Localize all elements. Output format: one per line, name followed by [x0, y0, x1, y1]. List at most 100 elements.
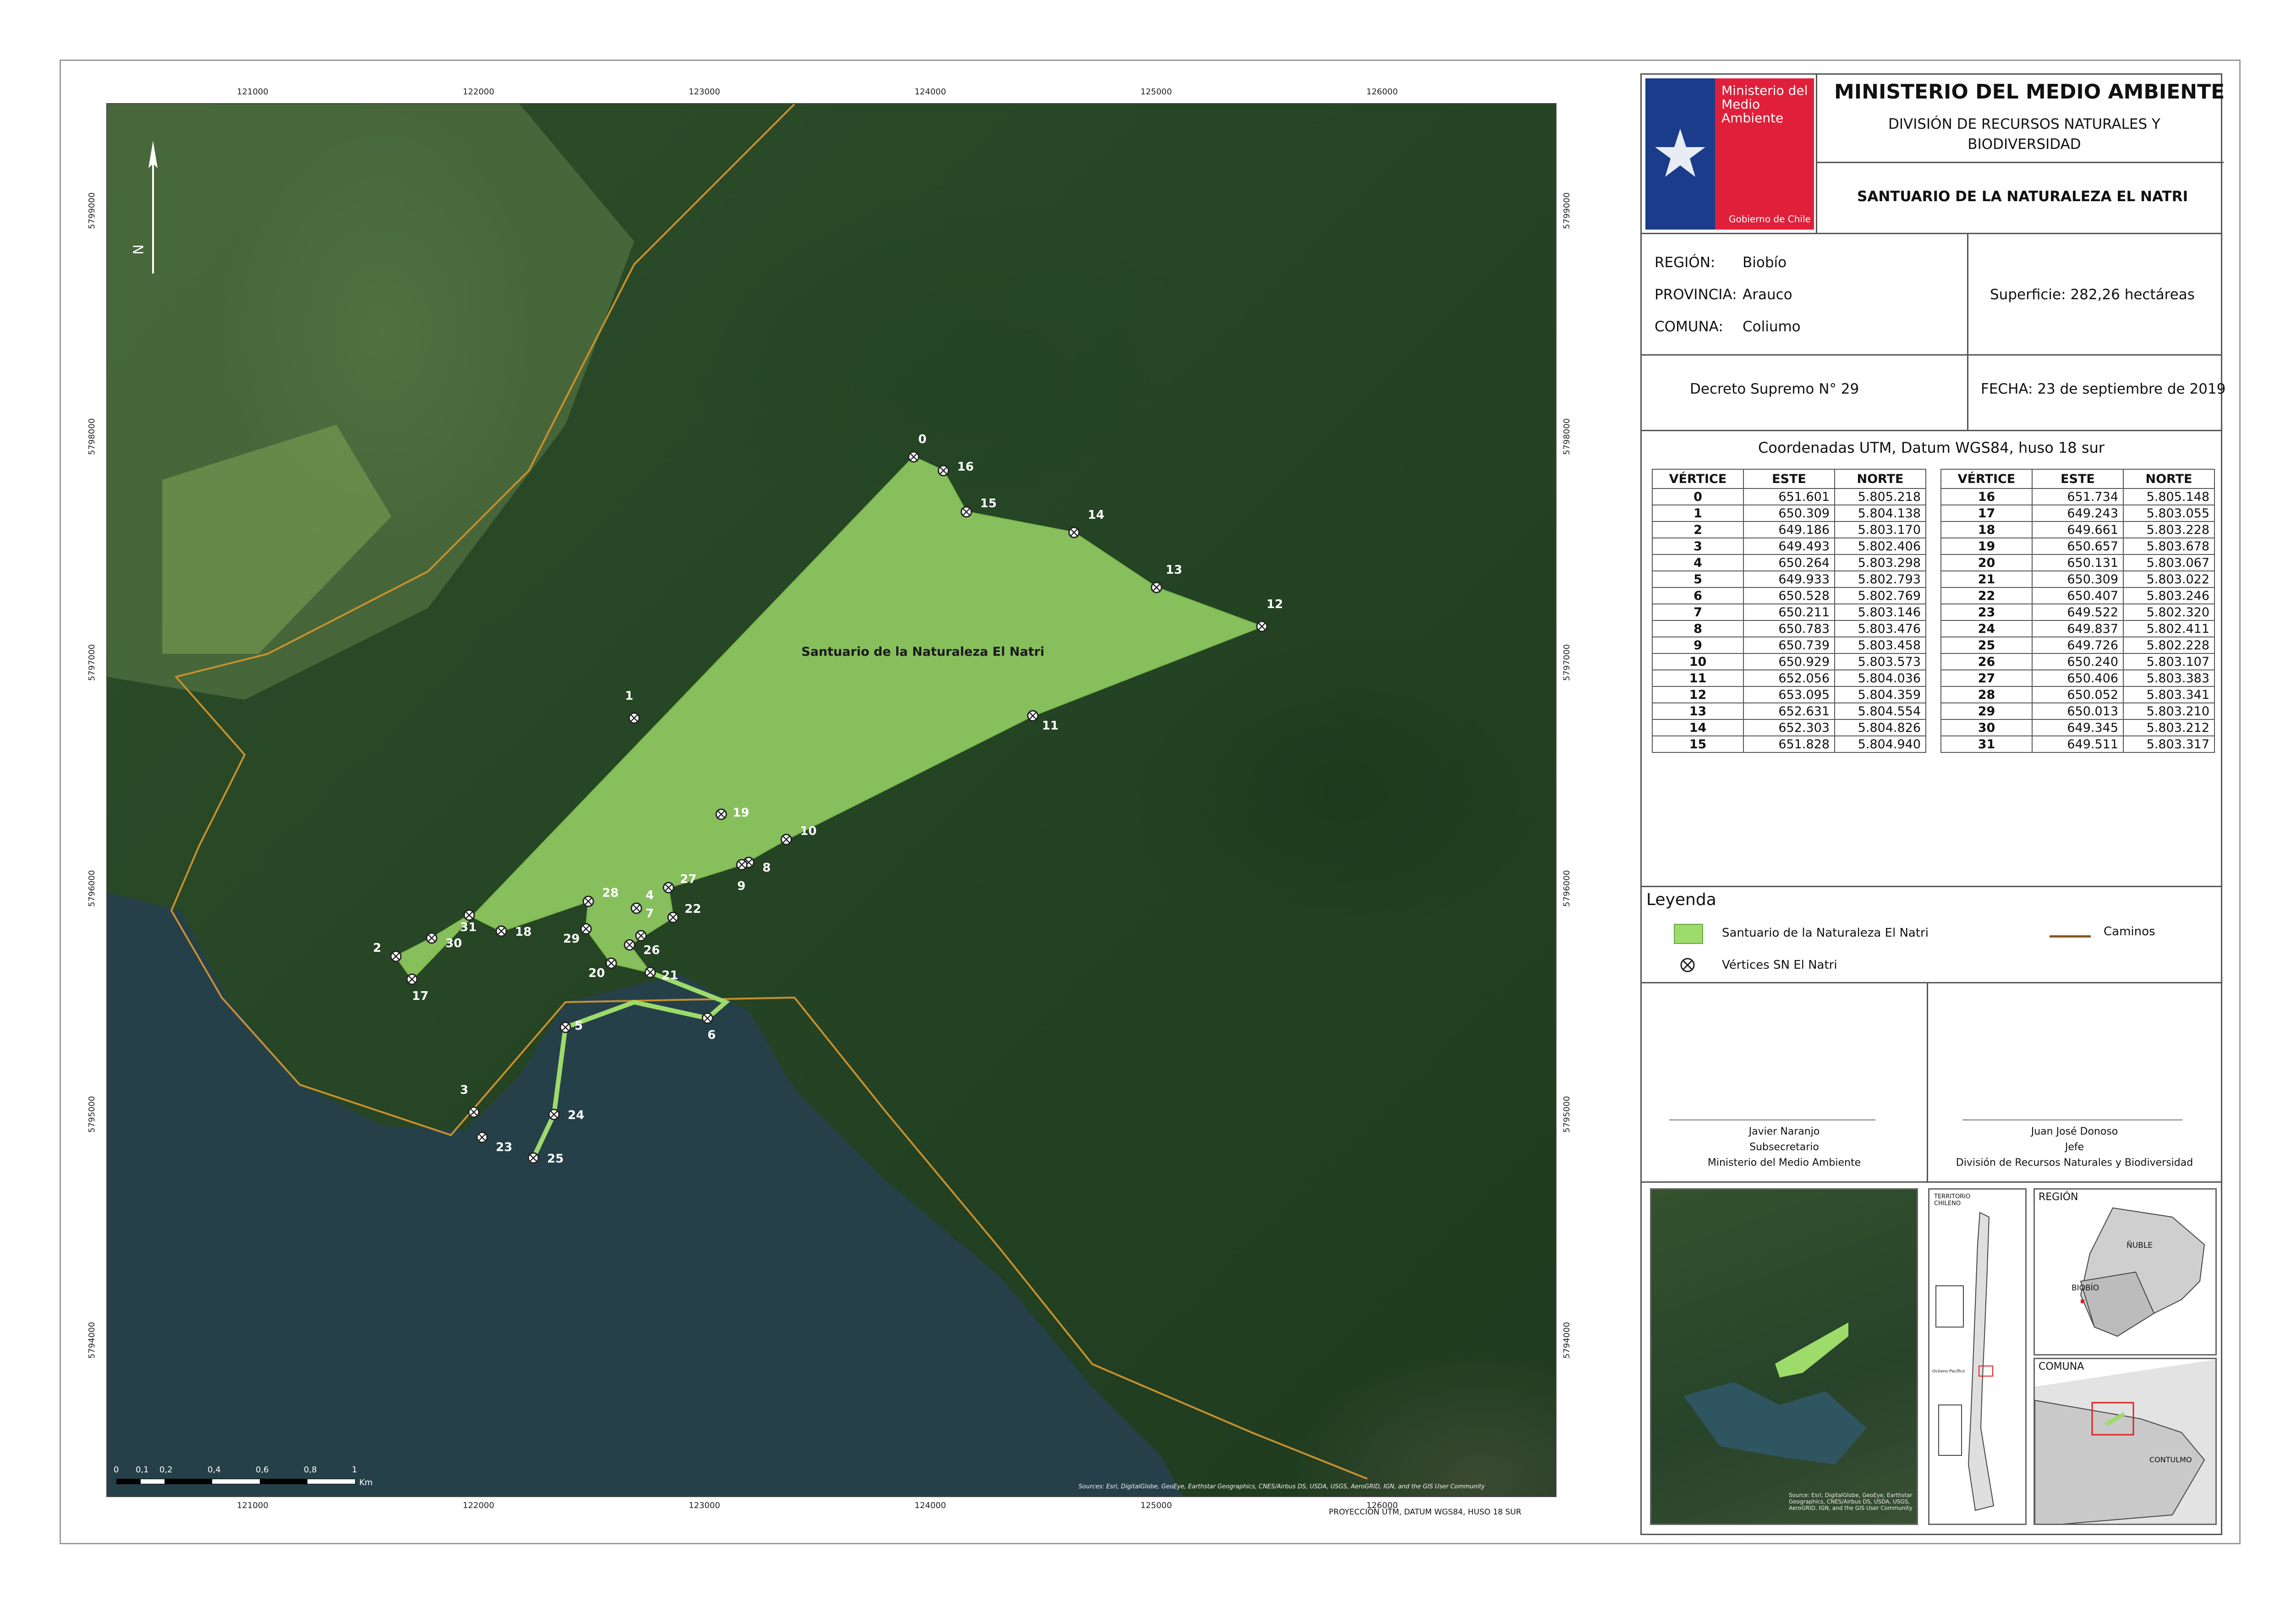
vertex-marker[interactable]: 14	[1068, 508, 1104, 538]
vertex-label: 31	[460, 921, 477, 934]
vertex-id-cell: 31	[1940, 735, 2033, 753]
superficie-text: Superficie: 282,26 hectáreas	[1990, 286, 2195, 303]
overview-polygon	[1775, 1322, 1848, 1377]
coordinate-tick-label: 125000	[1140, 1501, 1172, 1510]
coords-row: 12 653.095 5.804.359	[1652, 686, 1926, 703]
coords-row: 21 650.309 5.803.022	[1940, 571, 2215, 588]
vertex-marker[interactable]: 20	[588, 957, 617, 980]
vertex-label: 18	[515, 925, 532, 939]
este-cell: 649.661	[2032, 521, 2124, 538]
este-cell: 649.186	[1743, 521, 1835, 538]
vertex-marker[interactable]: 3	[460, 1083, 480, 1118]
legend-polygon-swatch	[1674, 924, 1703, 944]
coords-row: 2 649.186 5.803.170	[1652, 521, 1926, 538]
vertex-id-cell: 14	[1652, 719, 1744, 736]
norte-cell: 5.804.940	[1834, 735, 1926, 753]
vertex-label: 28	[602, 886, 619, 900]
decreto-text: Decreto Supremo N° 29	[1690, 381, 1859, 397]
coords-table-right: VÉRTICE ESTE NORTE 16 651.734 5.805.148 17 6…	[1940, 469, 2215, 753]
signature-line-left	[1669, 1119, 1875, 1120]
vertex-id-cell: 6	[1652, 587, 1744, 604]
coordinate-tick-label: 5796000	[87, 870, 97, 907]
satellite-map[interactable]: 0 1 2 3 4 5 6 7 8 9 10 11 12 13 14 15 16 17 18 19 20 21 22 23 24…	[106, 103, 1557, 1497]
coordinate-tick-label: 123000	[689, 87, 720, 97]
vertex-marker[interactable]: 12	[1256, 598, 1283, 632]
vertex-marker[interactable]: 22	[667, 902, 701, 923]
vertex-id-cell: 21	[1940, 571, 2033, 588]
vertex-marker[interactable]: 1	[625, 689, 640, 724]
comuna-label: COMUNA:	[1655, 318, 1723, 335]
norte-cell: 5.804.359	[1834, 686, 1926, 703]
coords-row: 25 649.726 5.802.228	[1940, 636, 2215, 654]
vertex-id-cell: 19	[1940, 538, 2033, 555]
vertex-id-cell: 9	[1652, 636, 1744, 654]
logo-blue-block	[1645, 78, 1715, 230]
fecha-text: FECHA: 23 de septiembre de 2019	[1981, 381, 2226, 397]
vertex-marker[interactable]: 21	[644, 966, 678, 982]
este-cell: 650.406	[2032, 669, 2124, 687]
este-cell: 650.528	[1743, 587, 1835, 604]
norte-cell: 5.803.246	[2123, 587, 2215, 604]
vertex-marker[interactable]: 2	[373, 941, 402, 962]
vertex-marker[interactable]: 29	[563, 923, 592, 946]
legend-title: Leyenda	[1646, 890, 1716, 909]
este-cell: 650.407	[2032, 587, 2124, 604]
norte-cell: 5.802.320	[2123, 604, 2215, 621]
norte-cell: 5.803.210	[2123, 702, 2215, 720]
coords-row: 3 649.493 5.802.406	[1652, 538, 1926, 555]
este-cell: 650.264	[1743, 554, 1835, 571]
vertex-label: 29	[563, 932, 580, 946]
vertex-marker[interactable]: 8	[743, 856, 771, 875]
norte-cell: 5.803.341	[2123, 686, 2215, 703]
vertex-marker[interactable]: 9	[736, 859, 748, 893]
vertex-id-cell: 23	[1940, 604, 2033, 621]
vertex-id-cell: 4	[1652, 554, 1744, 571]
vertex-id-cell: 11	[1652, 669, 1744, 687]
coordinate-tick-label: 126000	[1366, 1501, 1398, 1510]
este-cell: 651.601	[1743, 488, 1835, 505]
coordinate-tick-label: 5794000	[87, 1322, 97, 1359]
vertex-marker[interactable]: 11	[1027, 710, 1058, 733]
coordinate-tick-label: 125000	[1140, 87, 1172, 97]
vertex-marker[interactable]: 0	[908, 433, 926, 463]
vertex-label: 23	[496, 1141, 512, 1154]
coordinate-tick-label: 5798000	[1562, 418, 1572, 455]
scale-tick-label: 0,4	[208, 1465, 221, 1475]
norte-cell: 5.802.793	[1834, 571, 1926, 588]
coords-row: 28 650.052 5.803.341	[1940, 686, 2215, 703]
norte-cell: 5.803.055	[2123, 505, 2215, 522]
vertex-id-cell: 26	[1940, 653, 2033, 670]
norte-cell: 5.804.138	[1834, 505, 1926, 522]
este-cell: 649.493	[1743, 538, 1835, 555]
norte-cell: 5.803.146	[1834, 604, 1926, 621]
vertex-id-cell: 10	[1652, 653, 1744, 670]
coordinate-tick-label: 121000	[237, 87, 269, 97]
vertex-marker[interactable]: 31	[460, 909, 477, 934]
map-credits: Sources: Esri, DigitalGlobe, GeoEye, Ear…	[1079, 1483, 1485, 1490]
este-cell: 650.013	[2032, 702, 2124, 720]
vertex-symbol-icon	[1680, 958, 1695, 972]
projection-note: PROYECCIÓN UTM, DATUM WGS84, HUSO 18 SUR	[1329, 1508, 1522, 1517]
coords-row: 9 650.739 5.803.458	[1652, 636, 1926, 654]
scale-tick-label: 0	[114, 1465, 119, 1475]
vertex-id-cell: 20	[1940, 554, 2033, 571]
norte-cell: 5.803.383	[2123, 669, 2215, 687]
inset-credits: Source: Esri, DigitalGlobe, GeoEye, Eart…	[1789, 1492, 1913, 1511]
coat-of-arms-icon	[1655, 129, 1705, 177]
coords-row: 13 652.631 5.804.554	[1652, 702, 1926, 720]
vertex-id-cell: 18	[1940, 521, 2033, 538]
vertex-label: 9	[737, 879, 745, 893]
sanctuary-polygon[interactable]	[395, 456, 1264, 981]
vertex-marker[interactable]: 13	[1151, 563, 1182, 593]
vertex-marker[interactable]: 17	[406, 973, 428, 1003]
ministry-logo: Ministerio del Medio Ambiente Gobierno d…	[1645, 78, 1814, 230]
vertex-id-cell: 25	[1940, 636, 2033, 654]
vertex-marker[interactable]: 16	[937, 460, 974, 477]
este-cell: 649.837	[2032, 620, 2124, 637]
provincia-value: Arauco	[1743, 286, 1792, 303]
vertex-label: 30	[445, 937, 462, 950]
coords-row: 4 650.264 5.803.298	[1652, 554, 1926, 571]
vertex-label: 1	[625, 689, 633, 703]
norte-cell: 5.802.411	[2123, 620, 2215, 637]
norte-cell: 5.803.678	[2123, 538, 2215, 555]
